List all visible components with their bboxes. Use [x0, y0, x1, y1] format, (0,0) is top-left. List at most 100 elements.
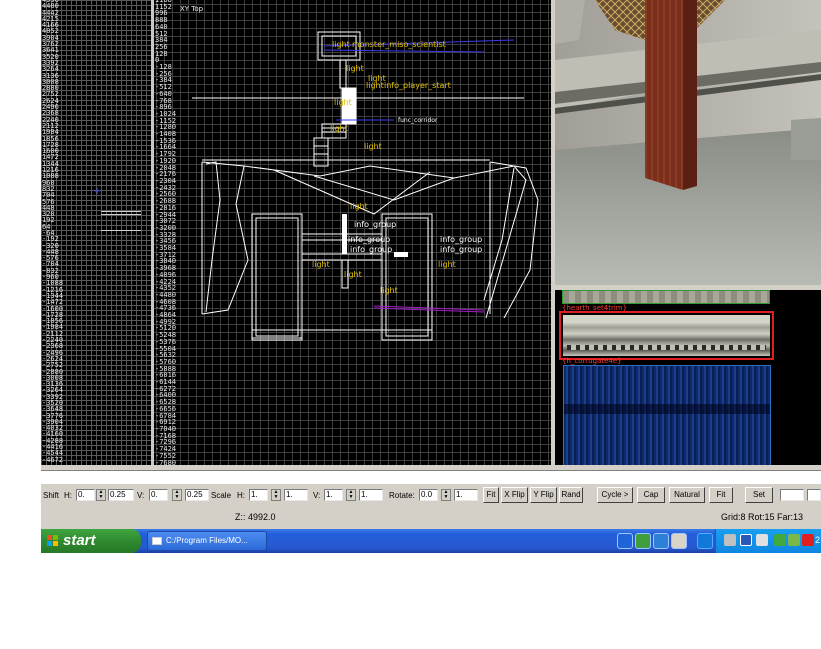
windows-logo-icon	[47, 535, 58, 546]
texture-thumb-top[interactable]	[562, 290, 770, 304]
entity-label-light-e: light	[364, 142, 382, 151]
status-cell-empty	[41, 511, 233, 526]
entity-label-info-group-3: info_group	[350, 245, 393, 254]
left-room	[251, 213, 303, 341]
security-icon[interactable]	[774, 534, 786, 546]
cap-button[interactable]: Cap	[637, 487, 665, 503]
taskbar-item-label: C:/Program Files/MO...	[166, 536, 248, 545]
z-view[interactable]: 4596 4480 4442 4215 4166 4052 3904 3762 3641 3520…	[41, 0, 151, 465]
clock-tray-icon[interactable]	[756, 534, 768, 546]
surface-inspector-bar: Shift H: 0. ▲ ▼ 0.25 V: 0. ▲ ▼ 0.25 Scale …	[41, 484, 821, 509]
stair-brush-2	[313, 137, 329, 167]
xy-top-view[interactable]: 1188 1152 996 888 640 512 384 256 128 0 -128 -256 -3…	[154, 0, 551, 465]
info-group-bar	[342, 214, 347, 254]
rand-button[interactable]: Rand	[559, 487, 583, 503]
quicklaunch-extra-icon[interactable]	[697, 533, 713, 549]
texture-name-next: {h_corrugate4e}	[562, 357, 622, 365]
volume-icon[interactable]	[724, 534, 736, 546]
system-tray: 2	[715, 529, 821, 553]
fit-button[interactable]: Fit	[483, 487, 499, 503]
fit-2-button[interactable]: Fit	[709, 487, 733, 503]
entity-label-light-h: light	[344, 270, 362, 279]
status-z: Z:: 4992.0	[235, 512, 276, 522]
entity-label-scientist-prefix: light	[332, 40, 350, 49]
shift-h-input[interactable]: 0.	[76, 489, 95, 501]
shift-h-spinner[interactable]: ▲ ▼	[96, 489, 106, 501]
texture-browser[interactable]: {hearth_set4trim} {h_corrugate4e}	[555, 290, 821, 465]
window-icon	[152, 537, 162, 545]
camera-view[interactable]	[555, 0, 821, 285]
scale-h-label: H:	[237, 491, 245, 500]
natural-button[interactable]: Natural	[669, 487, 705, 503]
taskbar-item-editor[interactable]: C:/Program Files/MO...	[147, 531, 267, 551]
editor-window: 4596 4480 4442 4215 4166 4052 3904 3762 3641 3520…	[41, 0, 821, 553]
update-icon[interactable]	[788, 534, 800, 546]
quicklaunch-app-icon[interactable]	[653, 533, 669, 549]
entity-label-scientist: monster_miso_scientist	[352, 40, 446, 49]
console-strip	[41, 470, 821, 485]
z-brush-bottom-mark	[101, 230, 141, 231]
entity-label-light-d: light	[330, 124, 348, 133]
status-bar: Z:: 4992.0 Grid:8 Rot:15 Far:13	[41, 509, 821, 529]
camera-render	[555, 0, 821, 285]
rotate-step-input[interactable]: 1.	[454, 489, 478, 501]
texture-thumb-corrugate[interactable]	[563, 365, 771, 465]
z-camera-marker-icon: +	[93, 186, 102, 197]
scale-v-label: V:	[313, 491, 321, 500]
set-value-input[interactable]	[780, 489, 804, 501]
status-grid: Grid:8 Rot:15 Far:13	[721, 512, 804, 522]
entity-label-light-g: light	[312, 260, 330, 269]
entity-label-info-group-2: info_group	[348, 235, 391, 244]
shift-v-step-input[interactable]: 0.25	[185, 489, 209, 501]
quicklaunch-media-icon[interactable]	[635, 533, 651, 549]
scale-h-spinner[interactable]: ▲ ▼	[271, 489, 281, 501]
shift-v-input[interactable]: 0.	[149, 489, 168, 501]
y-flip-button[interactable]: Y Flip	[530, 487, 557, 503]
entity-label-info-group-1: info_group	[354, 220, 397, 229]
scale-v-input[interactable]: 1.	[324, 489, 343, 501]
shift-v-spinner[interactable]: ▲ ▼	[172, 489, 182, 501]
entity-label-light-i: light	[438, 260, 456, 269]
z-ruler-numbers: 4596 4480 4442 4215 4166 4052 3904 3762 3641 3520…	[42, 0, 63, 463]
taskbar: start C:/Program Files/MO... 2	[41, 529, 821, 553]
entity-label-light-f: light	[350, 202, 368, 211]
alert-icon[interactable]	[802, 534, 814, 546]
shift-h-step-input[interactable]: 0.25	[108, 489, 134, 501]
z-brush-mark	[101, 214, 141, 215]
rotate-input[interactable]: 0.0	[419, 489, 438, 501]
cycle-button[interactable]: Cycle >	[597, 487, 633, 503]
z-ruler-tick-label: -4672	[42, 455, 64, 464]
entity-label-light-a: light	[346, 64, 364, 73]
texture-thumb-selected[interactable]	[559, 311, 774, 360]
scale-label: Scale	[211, 491, 232, 500]
tray-clock: 2	[815, 535, 821, 545]
shift-h-label: H:	[64, 491, 72, 500]
quicklaunch-ie-icon[interactable]	[617, 533, 633, 549]
rotate-spinner[interactable]: ▲ ▼	[441, 489, 451, 501]
network-icon[interactable]	[740, 534, 752, 546]
shift-label: Shift	[43, 491, 60, 500]
start-label: start	[63, 532, 96, 549]
path-line	[373, 305, 485, 311]
entity-label-info-group-4: info_group	[440, 235, 483, 244]
rotate-label: Rotate:	[389, 491, 415, 500]
scale-v-spinner[interactable]: ▲ ▼	[346, 489, 356, 501]
x-flip-button[interactable]: X Flip	[501, 487, 528, 503]
scale-h-input[interactable]: 1.	[249, 489, 268, 501]
entity-label-light-j: light	[380, 286, 398, 295]
entity-label-info-group-5: info_group	[440, 245, 483, 254]
start-button[interactable]: start	[41, 529, 141, 553]
scale-v-step-input[interactable]: 1.	[359, 489, 383, 501]
set-button[interactable]: Set	[745, 487, 773, 503]
z-brush-top-mark	[101, 211, 141, 212]
scale-h-step-input[interactable]: 1.	[284, 489, 308, 501]
quicklaunch-desktop-icon[interactable]	[671, 533, 687, 549]
entity-label-corridor: func_corridor	[398, 117, 438, 124]
entity-label-light-c: light	[334, 98, 352, 107]
set-value-input-2[interactable]	[807, 489, 821, 501]
right-curve-brush	[489, 161, 539, 319]
right-room	[381, 213, 433, 341]
shift-v-label: V:	[137, 491, 145, 500]
entity-label-player-start: info_player_start	[384, 81, 451, 90]
info-group-bar-2	[394, 252, 408, 257]
